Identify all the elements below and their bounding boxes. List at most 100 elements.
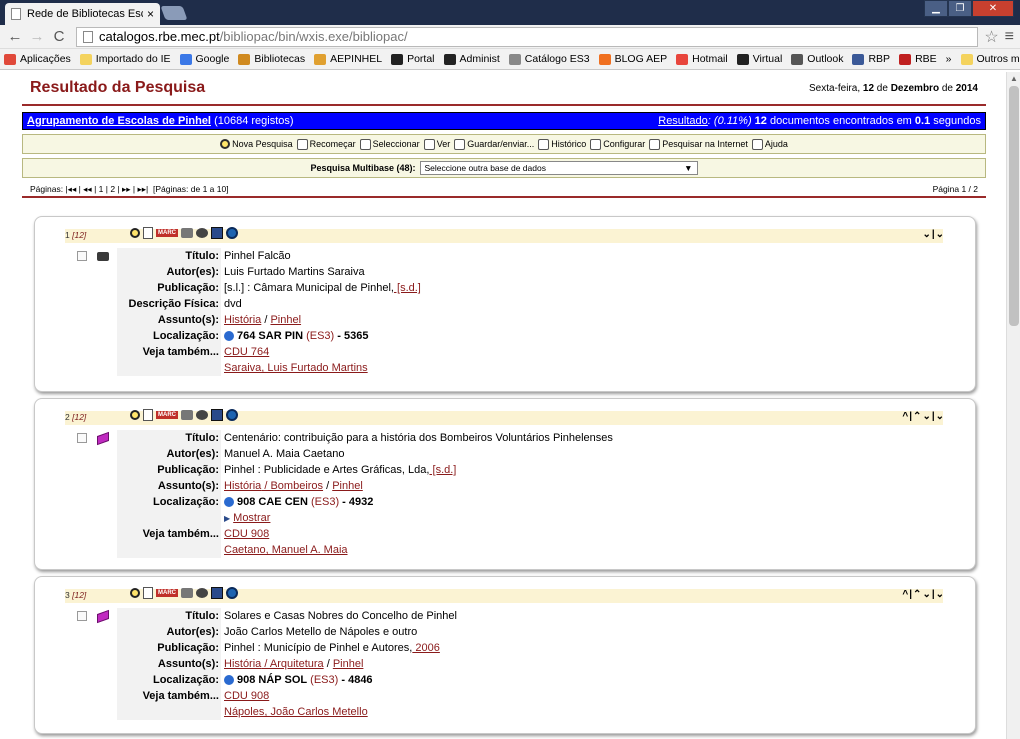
record-nav[interactable]: ⌄|⌄	[922, 229, 945, 240]
tab-close-icon[interactable]: ×	[147, 7, 154, 21]
bookmark-item[interactable]: »	[946, 53, 952, 65]
see-also-link[interactable]: CDU 908	[224, 528, 269, 540]
result-link[interactable]: Resultado	[658, 115, 708, 127]
action-view[interactable]: Ver	[423, 138, 450, 150]
result-summary-bar: Agrupamento de Escolas de Pinhel (10684 …	[22, 112, 986, 130]
bookmark-item[interactable]: Hotmail	[676, 53, 728, 65]
internet-search-icon[interactable]	[226, 227, 238, 239]
bookmark-item[interactable]: Catálogo ES3	[508, 53, 590, 65]
first-page-link[interactable]: |◂◂	[65, 184, 76, 194]
browser-menu-icon[interactable]: ≡	[1005, 28, 1014, 46]
see-also-link[interactable]: Nápoles, João Carlos Metello	[224, 706, 368, 718]
select-record-icon[interactable]	[143, 587, 153, 599]
subject-link[interactable]: Pinhel	[270, 314, 301, 326]
back-button[interactable]: ←	[6, 28, 24, 45]
subject-link[interactable]: / Bombeiros	[261, 480, 323, 492]
internet-search-icon[interactable]	[226, 409, 238, 421]
bookmark-item[interactable]: Bibliotecas	[238, 53, 305, 65]
page-1-link[interactable]: 1	[99, 184, 104, 194]
forward-button[interactable]: →	[28, 28, 46, 45]
reload-button[interactable]: C	[50, 28, 68, 45]
print-icon[interactable]	[181, 228, 193, 238]
see-also-link[interactable]: Saraiva, Luis Furtado Martins	[224, 362, 368, 374]
bookmark-icon	[314, 53, 327, 65]
prev-page-link[interactable]: ◂◂	[83, 184, 92, 194]
bookmark-item[interactable]: Outros marcadores	[960, 53, 1020, 65]
action-tools[interactable]: Configurar	[590, 138, 645, 150]
action-history[interactable]: Histórico	[538, 138, 586, 150]
select-record-icon[interactable]	[143, 227, 153, 239]
close-window-button[interactable]: ✕	[972, 0, 1014, 17]
view-detail-icon[interactable]	[130, 228, 140, 238]
select-record-icon[interactable]	[143, 409, 153, 421]
bookmark-item[interactable]: Administ	[443, 53, 500, 65]
bookmark-item[interactable]: BLOG AEP	[598, 53, 667, 65]
bookmark-item[interactable]: Outlook	[791, 53, 843, 65]
maximize-button[interactable]: ❐	[948, 0, 972, 17]
next-page-link[interactable]: ▸▸	[122, 184, 131, 194]
bookmark-item[interactable]: Google	[179, 53, 229, 65]
view-detail-icon[interactable]	[130, 410, 140, 420]
minimize-button[interactable]: ▁	[924, 0, 948, 17]
subject-link[interactable]: Pinhel	[333, 658, 364, 670]
bookmark-item[interactable]: Virtual	[736, 53, 782, 65]
scroll-up-icon[interactable]: ▲	[1010, 74, 1018, 83]
action-save[interactable]: Guardar/enviar...	[454, 138, 534, 150]
tools-icon	[590, 138, 602, 150]
location-info-icon[interactable]	[224, 331, 234, 342]
action-home[interactable]: Recomeçar	[296, 138, 356, 150]
action-help[interactable]: Ajuda	[751, 138, 788, 150]
bookmark-item[interactable]: Importado do IE	[79, 53, 171, 65]
action-search[interactable]: Nova Pesquisa	[220, 139, 293, 149]
subject-link[interactable]: História	[224, 314, 261, 326]
view-detail-icon[interactable]	[130, 588, 140, 598]
print-icon[interactable]	[181, 588, 193, 598]
internet-search-icon[interactable]	[226, 587, 238, 599]
collection-link[interactable]: Agrupamento de Escolas de Pinhel	[27, 115, 211, 127]
print-icon[interactable]	[181, 410, 193, 420]
database-select[interactable]: Seleccione outra base de dados ▼	[419, 161, 698, 175]
subject-link[interactable]: História	[224, 480, 261, 492]
record-nav[interactable]: ^|⌃⌄|⌄	[902, 411, 945, 422]
marc-icon[interactable]: MARC	[156, 589, 178, 597]
page-scrollbar[interactable]: ▲	[1006, 72, 1020, 739]
last-page-link[interactable]: ▸▸|	[137, 184, 148, 194]
browser-tab[interactable]: Rede de Bibliotecas Escola ×	[5, 3, 160, 25]
save-icon[interactable]	[196, 228, 208, 238]
window-controls: ▁ ❐ ✕	[924, 0, 1014, 17]
record-checkbox[interactable]	[77, 251, 87, 261]
subject-link[interactable]: Pinhel	[332, 480, 363, 492]
page-2-link[interactable]: 2	[110, 184, 115, 194]
save-icon[interactable]	[196, 410, 208, 420]
record-nav[interactable]: ^|⌃⌄|⌄	[902, 589, 945, 600]
record-checkbox[interactable]	[77, 611, 87, 621]
location-info-icon[interactable]	[224, 675, 234, 686]
address-bar[interactable]: catalogos.rbe.mec.pt /bibliopac/bin/wxis…	[76, 26, 979, 47]
bookmark-item[interactable]: RBP	[852, 53, 890, 65]
subject-link[interactable]: História	[224, 658, 261, 670]
bookmark-item[interactable]: Portal	[391, 53, 435, 65]
record-checkbox[interactable]	[77, 433, 87, 443]
subject-link[interactable]: / Arquitetura	[261, 658, 323, 670]
see-also-link[interactable]: CDU 908	[224, 690, 269, 702]
scrollbar-thumb[interactable]	[1009, 86, 1019, 326]
bookmark-item[interactable]: RBE	[899, 53, 937, 65]
bookmark-item[interactable]: Aplicações	[4, 53, 71, 65]
save-icon[interactable]	[196, 588, 208, 598]
see-also-link[interactable]: CDU 764	[224, 346, 269, 358]
marc-icon[interactable]: MARC	[156, 411, 178, 419]
field-veja: Veja também... CDU 764	[117, 344, 947, 360]
bookmark-star-icon[interactable]: ☆	[984, 27, 998, 47]
bookmark-item[interactable]: AEPINHEL	[314, 53, 382, 65]
show-more-row: ▶ Mostrar	[117, 510, 947, 526]
see-also-link[interactable]: Caetano, Manuel A. Maia	[224, 544, 348, 556]
new-tab-button[interactable]	[160, 6, 188, 20]
location-info-icon[interactable]	[224, 497, 234, 508]
show-more-link[interactable]: Mostrar	[233, 512, 270, 524]
marc-icon[interactable]: MARC	[156, 229, 178, 237]
reference-icon[interactable]	[211, 409, 223, 421]
reference-icon[interactable]	[211, 227, 223, 239]
action-checklist[interactable]: Seleccionar	[359, 138, 420, 150]
reference-icon[interactable]	[211, 587, 223, 599]
action-globe[interactable]: Pesquisar na Internet	[649, 138, 748, 150]
